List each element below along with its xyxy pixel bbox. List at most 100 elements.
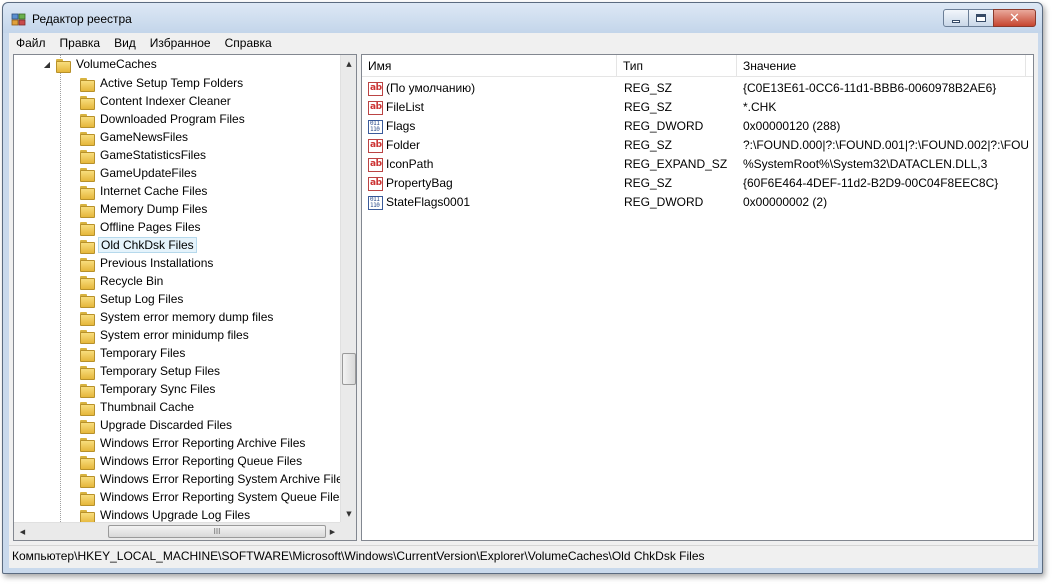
registry-editor-icon	[11, 13, 26, 26]
value-name: PropertyBag	[386, 176, 453, 190]
tree-item[interactable]: Windows Error Reporting Archive Files	[78, 434, 307, 452]
value-name-cell: ab Folder	[368, 136, 613, 155]
column-header-type[interactable]: Тип	[617, 55, 737, 77]
value-data: {C0E13E61-0CC6-11d1-BBB6-0060978B2AE6}	[743, 81, 997, 95]
tree-item[interactable]: Temporary Setup Files	[78, 362, 222, 380]
folder-icon	[78, 347, 95, 362]
scroll-right-arrow-icon[interactable]: ▶	[324, 523, 341, 540]
scroll-up-arrow-icon[interactable]: ▲	[341, 55, 356, 72]
tree-item[interactable]: Thumbnail Cache	[78, 398, 196, 416]
hscroll-thumb[interactable]: III	[108, 525, 326, 538]
folder-icon	[78, 239, 95, 254]
tree-vertical-scrollbar[interactable]: ▲ ▼	[340, 55, 356, 522]
tree-item[interactable]: Temporary Files	[78, 344, 187, 362]
registry-value-row[interactable]: ab FileList REG_SZ *.CHK	[362, 98, 1033, 117]
registry-value-row[interactable]: ab IconPath REG_EXPAND_SZ %SystemRoot%\Syst…	[362, 155, 1033, 174]
tree-item[interactable]: Old ChkDsk Files	[78, 236, 197, 254]
tree-item[interactable]: Content Indexer Cleaner	[78, 92, 233, 110]
close-button[interactable]: ✕	[993, 9, 1036, 27]
tree-item[interactable]: Windows Error Reporting System Queue Fil…	[78, 488, 341, 506]
tree-item-label: Windows Error Reporting System Archive F…	[100, 472, 341, 486]
tree-item[interactable]: Recycle Bin	[78, 272, 165, 290]
tree-item[interactable]: Windows Error Reporting Queue Files	[78, 452, 304, 470]
value-type: REG_SZ	[624, 138, 673, 152]
value-data: ?:\FOUND.000|?:\FOUND.001|?:\FOUND.002|?…	[743, 138, 1028, 152]
tree-item[interactable]: GameNewsFiles	[78, 128, 190, 146]
tree-guide-line	[60, 55, 61, 522]
collapse-arrow-icon[interactable]: ◢	[40, 60, 54, 69]
folder-icon	[78, 509, 95, 522]
dword-value-icon: 011 110	[368, 119, 383, 134]
values-list-pane[interactable]: Имя Тип Значение ab (По умолчанию) REG_SZ{…	[361, 54, 1034, 541]
tree-item[interactable]: Windows Error Reporting System Archive F…	[78, 470, 341, 488]
tree-item-label: GameNewsFiles	[100, 130, 189, 144]
scroll-thumb[interactable]	[342, 353, 356, 385]
scroll-corner	[340, 522, 356, 540]
registry-value-row[interactable]: ab (По умолчанию) REG_SZ {C0E13E61-0CC6-11d…	[362, 79, 1033, 98]
tree-horizontal-scrollbar[interactable]: ◀ III ▶	[14, 522, 341, 540]
tree-item[interactable]: Windows Upgrade Log Files	[78, 506, 252, 522]
value-data: 0x00000002 (2)	[743, 195, 828, 209]
client-area: ◢ VolumeCaches Active Setup Temp Folders…	[9, 52, 1038, 568]
tree-item-label: Thumbnail Cache	[100, 400, 195, 414]
maximize-button[interactable]	[968, 9, 994, 27]
scroll-left-arrow-icon[interactable]: ◀	[14, 523, 31, 540]
folder-icon	[78, 95, 95, 110]
title-bar[interactable]: Редактор реестра ✕	[3, 3, 1042, 33]
thumb-grip: III	[213, 527, 221, 536]
registry-value-row[interactable]: ab PropertyBag REG_SZ {60F6E464-4DEF-11d2-B…	[362, 174, 1033, 193]
registry-value-row[interactable]: ab Folder REG_SZ ?:\FOUND.000|?:\FOUND.001|…	[362, 136, 1033, 155]
minimize-button[interactable]	[943, 9, 969, 27]
key-tree-pane[interactable]: ◢ VolumeCaches Active Setup Temp Folders…	[13, 54, 357, 541]
tree-item[interactable]: Memory Dump Files	[78, 200, 209, 218]
tree-item[interactable]: Active Setup Temp Folders	[78, 74, 245, 92]
string-value-icon: ab	[368, 157, 383, 172]
tree-item-label: Content Indexer Cleaner	[100, 94, 231, 108]
string-value-icon: ab	[368, 138, 383, 153]
value-name-cell: 011 110 StateFlags0001	[368, 193, 613, 212]
tree-item-label: Windows Error Reporting Queue Files	[100, 454, 303, 468]
tree-item[interactable]: Setup Log Files	[78, 290, 185, 308]
folder-icon	[78, 203, 95, 218]
value-name: Folder	[386, 138, 421, 152]
tree-item[interactable]: Downloaded Program Files	[78, 110, 247, 128]
folder-icon	[78, 275, 95, 290]
scroll-down-arrow-icon[interactable]: ▼	[341, 505, 356, 522]
tree-item[interactable]: Previous Installations	[78, 254, 215, 272]
menu-file[interactable]: Файл	[9, 36, 53, 50]
tree-item[interactable]: Upgrade Discarded Files	[78, 416, 234, 434]
menu-view[interactable]: Вид	[107, 36, 143, 50]
tree-item[interactable]: GameStatisticsFiles	[78, 146, 208, 164]
value-type: REG_SZ	[624, 81, 673, 95]
column-header-name[interactable]: Имя	[362, 55, 617, 77]
value-data: {60F6E464-4DEF-11d2-B2D9-00C04F8EEC8C}	[743, 176, 999, 190]
folder-icon	[78, 437, 95, 452]
tree-item[interactable]: Offline Pages Files	[78, 218, 203, 236]
menu-bar: Файл Правка Вид Избранное Справка	[9, 33, 1038, 52]
folder-icon	[78, 167, 95, 182]
registry-value-row[interactable]: 011 110 Flags REG_DWORD 0x00000120 (288)	[362, 117, 1033, 136]
column-header-value[interactable]: Значение	[737, 55, 1026, 77]
tree-item[interactable]: Internet Cache Files	[78, 182, 209, 200]
tree-item-label: Temporary Files	[100, 346, 186, 360]
tree-item[interactable]: System error minidump files	[78, 326, 251, 344]
tree-item-volumecaches[interactable]: ◢ VolumeCaches	[40, 55, 159, 73]
value-name: IconPath	[386, 157, 434, 171]
tree-item[interactable]: GameUpdateFiles	[78, 164, 199, 182]
folder-icon	[78, 77, 95, 92]
folder-icon	[78, 221, 95, 236]
menu-edit[interactable]: Правка	[53, 36, 108, 50]
tree-item-label: Temporary Sync Files	[100, 382, 216, 396]
folder-icon	[78, 455, 95, 470]
tree-item-label: Windows Error Reporting Archive Files	[100, 436, 306, 450]
tree-item[interactable]: System error memory dump files	[78, 308, 275, 326]
folder-icon	[78, 113, 95, 128]
folder-icon	[78, 473, 95, 488]
tree-item[interactable]: Temporary Sync Files	[78, 380, 217, 398]
status-bar-path: Компьютер\HKEY_LOCAL_MACHINE\SOFTWARE\Mi…	[9, 545, 1038, 567]
registry-value-row[interactable]: 011 110 StateFlags0001 REG_DWORD 0x00000002 …	[362, 193, 1033, 212]
menu-favorites[interactable]: Избранное	[143, 36, 218, 50]
menu-help[interactable]: Справка	[218, 36, 279, 50]
folder-icon	[78, 329, 95, 344]
value-name: FileList	[386, 100, 425, 114]
